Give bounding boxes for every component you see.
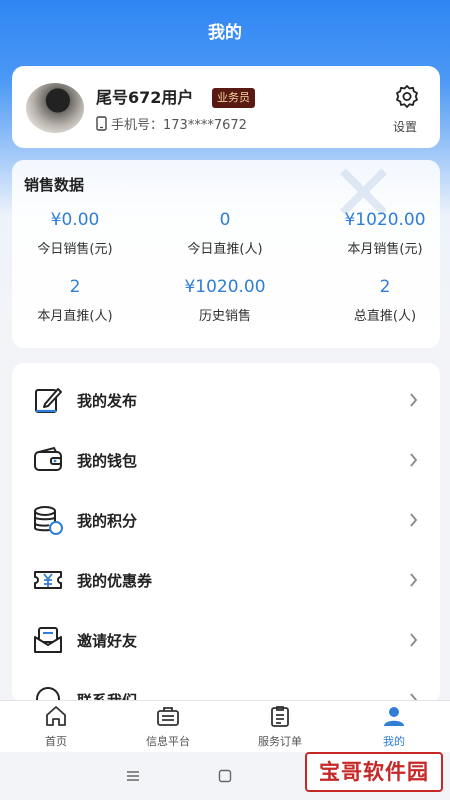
tab-service-orders[interactable]: 服务订单 [224, 705, 336, 749]
menu-item-contact-us[interactable]: 联系我们 [12, 670, 440, 703]
menu-label: 我的积分 [77, 511, 138, 530]
profile-card[interactable]: 尾号672用户 业务员 手机号：173****7672 设置 [12, 66, 440, 148]
stat-value: 2 [379, 277, 391, 297]
menu-icon[interactable] [126, 770, 140, 782]
chevron-right-icon [410, 453, 418, 467]
chevron-right-icon [410, 573, 418, 587]
clipboard-icon [271, 706, 289, 727]
menu-item-invite-friends[interactable]: 邀请好友 [12, 610, 440, 670]
phone-row: 手机号：173****7672 [96, 114, 247, 133]
phone-number: 手机号：173****7672 [111, 118, 247, 133]
user-icon [384, 707, 404, 726]
tab-label: 首页 [45, 735, 67, 748]
menu-label: 邀请好友 [77, 631, 138, 650]
watermark-logo: 宝哥软件园 [305, 752, 443, 792]
sales-title: 销售数据 [24, 176, 85, 194]
menu-item-my-wallet[interactable]: 我的钱包 [12, 430, 440, 490]
bottom-tab-bar: 首页 信息平台 服务订单 我的 [0, 700, 450, 752]
tab-label: 我的 [383, 735, 405, 748]
stat-label: 今日销售(元) [37, 242, 113, 257]
chevron-right-icon [410, 393, 418, 407]
tab-info-platform[interactable]: 信息平台 [112, 705, 224, 749]
menu-item-my-points[interactable]: 我的积分 [12, 490, 440, 550]
stat-label: 总直推(人) [353, 309, 417, 324]
stat-total-referrals: 2 总直推(人) [320, 277, 440, 324]
coupon-icon [34, 571, 62, 589]
menu-list: 我的发布 我的钱包 我的积分 我的优惠券 邀请好友 联系我们 [12, 363, 440, 703]
stat-today-sales: ¥0.00 今日销售(元) [12, 210, 140, 257]
tab-home[interactable]: 首页 [0, 705, 112, 749]
avatar[interactable] [26, 83, 84, 133]
stat-today-referrals: 0 今日直推(人) [160, 210, 290, 257]
chevron-right-icon [410, 513, 418, 527]
sales-card: ✕ 销售数据 ¥0.00 今日销售(元) 0 今日直推(人) ¥1020.00 … [12, 160, 440, 348]
wallet-icon [34, 446, 62, 471]
settings-button[interactable]: 设置 [390, 84, 424, 135]
menu-label: 我的发布 [77, 391, 138, 410]
stat-label: 本月直推(人) [37, 309, 113, 324]
stat-value: 2 [69, 277, 81, 297]
menu-item-my-coupons[interactable]: 我的优惠券 [12, 550, 440, 610]
role-badge: 业务员 [212, 88, 255, 108]
stat-month-referrals: 2 本月直推(人) [12, 277, 140, 324]
stat-label: 本月销售(元) [347, 242, 423, 257]
coins-icon [34, 506, 63, 535]
home-icon [46, 706, 66, 726]
gear-icon [396, 85, 418, 108]
tab-label: 信息平台 [146, 735, 190, 748]
settings-label: 设置 [392, 120, 417, 134]
home-square-icon[interactable] [218, 769, 232, 783]
chevron-right-icon [410, 633, 418, 647]
briefcase-icon [157, 707, 179, 726]
stat-month-sales: ¥1020.00 本月销售(元) [320, 210, 440, 257]
stat-value: ¥0.00 [50, 210, 100, 230]
user-name: 尾号672用户 [96, 88, 194, 107]
stat-value: ¥1020.00 [344, 210, 426, 230]
invite-icon [34, 627, 62, 653]
stat-label: 历史销售 [198, 309, 251, 324]
stat-label: 今日直推(人) [187, 242, 263, 257]
menu-label: 我的钱包 [77, 451, 138, 470]
phone-icon [96, 116, 107, 131]
tab-mine[interactable]: 我的 [338, 705, 450, 749]
tab-label: 服务订单 [258, 735, 302, 748]
page-title: 我的 [208, 22, 242, 43]
menu-label: 我的优惠券 [77, 571, 153, 590]
stat-history-sales: ¥1020.00 历史销售 [160, 277, 290, 324]
stat-value: ¥1020.00 [184, 277, 266, 297]
stat-value: 0 [219, 210, 231, 230]
edit-icon [35, 388, 62, 413]
menu-item-my-posts[interactable]: 我的发布 [12, 370, 440, 430]
